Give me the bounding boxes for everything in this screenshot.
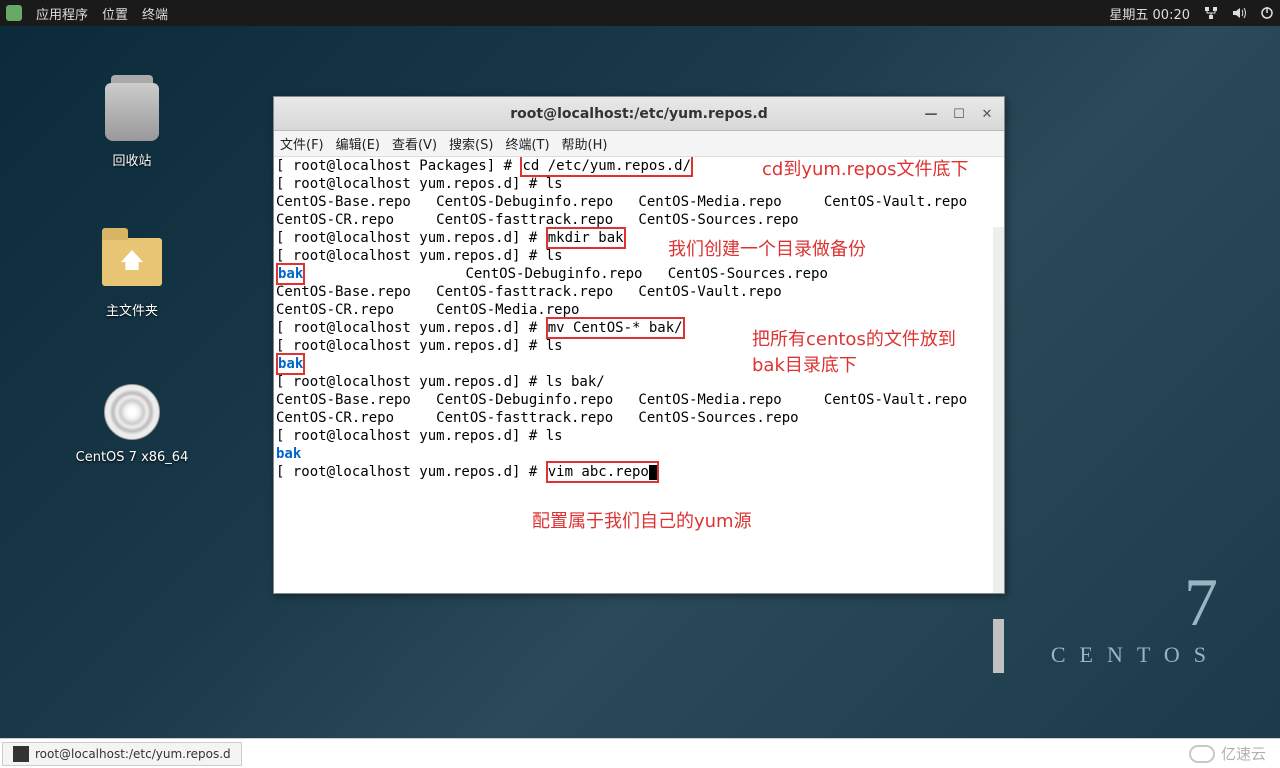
- home-label: 主文件夹: [72, 300, 192, 319]
- desktop-icon-disc[interactable]: CentOS 7 x86_64: [72, 380, 192, 465]
- menu-search[interactable]: 搜索(S): [449, 134, 493, 153]
- menu-places[interactable]: 位置: [102, 4, 128, 23]
- trash-icon: [105, 83, 159, 141]
- desktop-icon-trash[interactable]: 回收站: [72, 80, 192, 169]
- annotation-mkdir: 我们创建一个目录做备份: [668, 241, 866, 259]
- power-icon[interactable]: [1260, 6, 1274, 20]
- menu-terminal[interactable]: 终端: [142, 4, 168, 23]
- annotation-cd: cd到yum.repos文件底下: [762, 161, 969, 179]
- brand-seven: 7: [1051, 563, 1220, 642]
- highlight-cd: cd /etc/yum.repos.d/: [520, 157, 693, 177]
- activities-icon[interactable]: [6, 5, 22, 21]
- volume-icon[interactable]: [1232, 6, 1246, 20]
- highlight-mv: mv CentOS-* bak/: [546, 317, 685, 339]
- terminal-body[interactable]: [ root@localhost Packages] # cd /etc/yum…: [274, 157, 1004, 593]
- taskbar-item-terminal[interactable]: root@localhost:/etc/yum.repos.d: [2, 742, 242, 766]
- scroll-thumb[interactable]: [993, 619, 1004, 673]
- menubar: 文件(F) 编辑(E) 查看(V) 搜索(S) 终端(T) 帮助(H): [274, 131, 1004, 157]
- dir-bak: bak: [276, 446, 301, 462]
- highlight-mkdir: mkdir bak: [546, 227, 626, 249]
- menu-file[interactable]: 文件(F): [280, 134, 324, 153]
- terminal-icon: [13, 746, 29, 762]
- menu-edit[interactable]: 编辑(E): [336, 134, 380, 153]
- minimize-button[interactable]: —: [920, 103, 942, 125]
- highlight-vim: vim abc.repo: [546, 461, 659, 483]
- desktop-icon-home[interactable]: 主文件夹: [72, 230, 192, 319]
- annotation-mv-b: bak目录底下: [752, 357, 857, 375]
- folder-home-icon: [102, 238, 162, 286]
- taskbar-label: root@localhost:/etc/yum.repos.d: [35, 747, 231, 761]
- menu-terminal[interactable]: 终端(T): [505, 134, 549, 153]
- watermark: 亿速云: [1189, 743, 1266, 764]
- annotation-mv-a: 把所有centos的文件放到: [752, 331, 956, 349]
- disc-label: CentOS 7 x86_64: [72, 450, 192, 465]
- terminal-window: root@localhost:/etc/yum.repos.d — ☐ ✕ 文件…: [273, 96, 1005, 594]
- clock[interactable]: 星期五 00:20: [1109, 4, 1190, 23]
- highlight-bak2: bak: [276, 353, 305, 375]
- close-button[interactable]: ✕: [976, 103, 998, 125]
- cloud-icon: [1189, 745, 1215, 763]
- window-titlebar[interactable]: root@localhost:/etc/yum.repos.d — ☐ ✕: [274, 97, 1004, 131]
- menu-view[interactable]: 查看(V): [392, 134, 437, 153]
- cursor: [649, 465, 657, 480]
- highlight-bak1: bak: [276, 263, 305, 285]
- centos-brand: 7 CENTOS: [1051, 563, 1220, 668]
- maximize-button[interactable]: ☐: [948, 103, 970, 125]
- terminal-scrollbar[interactable]: [993, 227, 1004, 593]
- trash-label: 回收站: [72, 150, 192, 169]
- top-panel: 应用程序 位置 终端 星期五 00:20: [0, 0, 1280, 26]
- taskbar: root@localhost:/etc/yum.repos.d 亿速云: [0, 738, 1280, 768]
- brand-name: CENTOS: [1051, 642, 1220, 668]
- annotation-vim: 配置属于我们自己的yum源: [532, 513, 752, 531]
- menu-applications[interactable]: 应用程序: [36, 4, 88, 23]
- menu-help[interactable]: 帮助(H): [562, 134, 608, 153]
- disc-icon: [104, 384, 160, 440]
- window-title: root@localhost:/etc/yum.repos.d: [510, 106, 767, 122]
- network-icon[interactable]: [1204, 6, 1218, 20]
